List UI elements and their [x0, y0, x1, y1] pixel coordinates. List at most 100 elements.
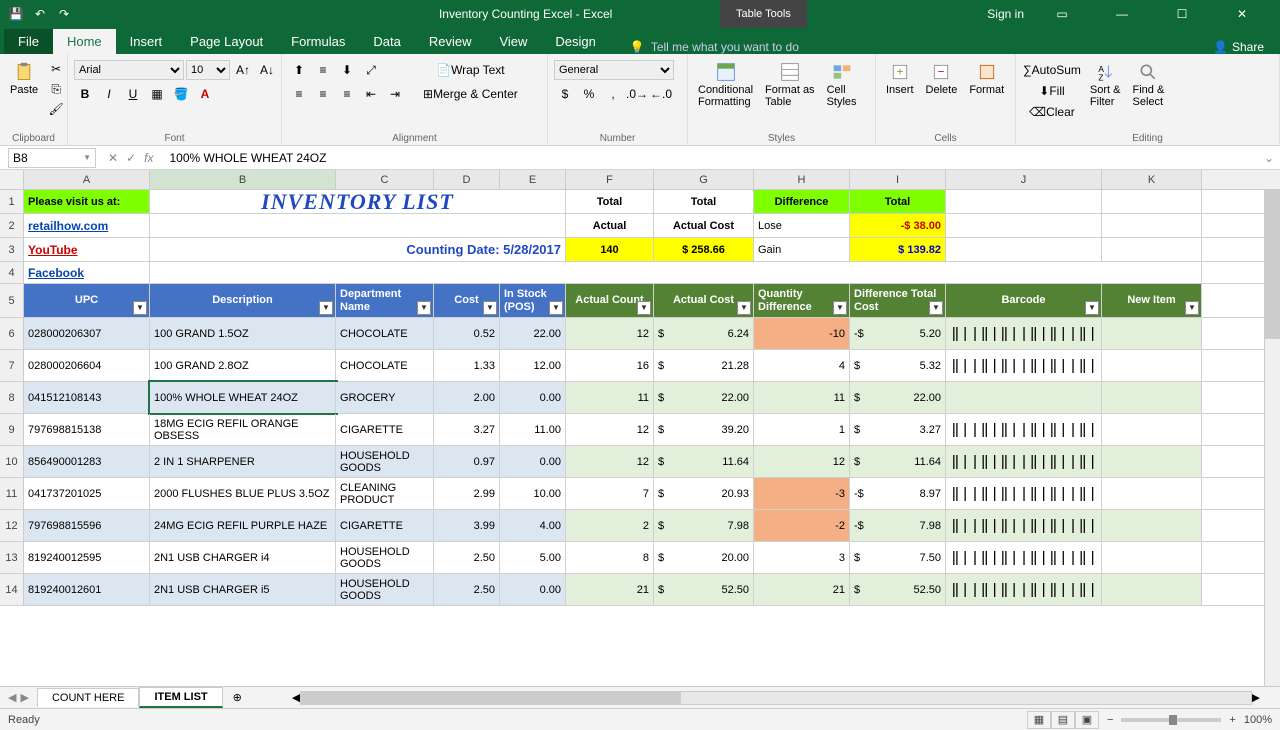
table-header[interactable]: Cost▼ [434, 284, 500, 317]
maximize-icon[interactable]: ☐ [1160, 7, 1204, 21]
col-header[interactable]: G [654, 170, 754, 189]
cell-barcode[interactable]: ║││║│║││║│║││║│║││║│║││║│║││║│║ [946, 414, 1102, 445]
cell-upc[interactable]: 028000206604 [24, 350, 150, 381]
col-header[interactable]: K [1102, 170, 1202, 189]
cell-cost[interactable]: 3.27 [434, 414, 500, 445]
cell-stock[interactable]: 22.00 [500, 318, 566, 349]
row-header[interactable]: 11 [0, 478, 24, 509]
row-header[interactable]: 10 [0, 446, 24, 477]
row-header[interactable]: 13 [0, 542, 24, 573]
align-bottom-icon[interactable]: ⬇ [336, 60, 358, 80]
cell-desc[interactable]: 2N1 USB CHARGER i5 [150, 574, 336, 605]
cell-new-item[interactable] [1102, 382, 1202, 413]
cell-qty-diff[interactable]: 3 [754, 542, 850, 573]
cell-diff-cost[interactable]: $5.32 [850, 350, 946, 381]
tab-nav-prev-icon[interactable]: ◀ [8, 691, 16, 704]
cell-diff-cost[interactable]: -$5.20 [850, 318, 946, 349]
cell-dept[interactable]: HOUSEHOLD GOODS [336, 542, 434, 573]
worksheet-grid[interactable]: A B C D E F G H I J K 1Please visit us a… [0, 170, 1280, 686]
cell-actual-cost[interactable]: $11.64 [654, 446, 754, 477]
tab-formulas[interactable]: Formulas [277, 29, 359, 54]
cell-barcode[interactable]: ║││║│║││║│║││║│║││║│║││║│║││║│║ [946, 574, 1102, 605]
cell-upc[interactable]: 819240012595 [24, 542, 150, 573]
row-header[interactable]: 4 [0, 262, 24, 283]
cell-stock[interactable]: 0.00 [500, 574, 566, 605]
horizontal-scrollbar[interactable]: ◀▶ [292, 690, 1260, 706]
comma-icon[interactable]: , [602, 84, 624, 104]
table-header[interactable]: Department Name▼ [336, 284, 434, 317]
col-header[interactable]: F [566, 170, 654, 189]
cell-actual-cost[interactable]: $7.98 [654, 510, 754, 541]
format-as-table-button[interactable]: Format as Table [761, 60, 819, 110]
cell-desc[interactable]: 2N1 USB CHARGER i4 [150, 542, 336, 573]
font-size-combo[interactable]: 10 [186, 60, 230, 80]
cell-new-item[interactable] [1102, 478, 1202, 509]
sort-filter-button[interactable]: AZSort & Filter [1086, 60, 1125, 110]
cell-new-item[interactable] [1102, 542, 1202, 573]
cell-actual-cost[interactable]: $21.28 [654, 350, 754, 381]
cell-stock[interactable]: 4.00 [500, 510, 566, 541]
cell-actual-cost[interactable]: $39.20 [654, 414, 754, 445]
save-icon[interactable]: 💾 [8, 6, 24, 22]
cell-qty-diff[interactable]: 21 [754, 574, 850, 605]
cell-stock[interactable]: 12.00 [500, 350, 566, 381]
cell-actual-count[interactable]: 7 [566, 478, 654, 509]
align-left-icon[interactable]: ≡ [288, 84, 310, 104]
orientation-icon[interactable]: ⤢ [360, 60, 382, 80]
tab-data[interactable]: Data [359, 29, 414, 54]
cell-barcode[interactable]: ║││║│║││║│║││║│║││║│║││║│║││║│║ [946, 478, 1102, 509]
cell-upc[interactable]: 797698815596 [24, 510, 150, 541]
cell-desc[interactable]: 2000 FLUSHES BLUE PLUS 3.5OZ [150, 478, 336, 509]
cell-actual-cost[interactable]: $52.50 [654, 574, 754, 605]
cell-cost[interactable]: 3.99 [434, 510, 500, 541]
tell-me-search[interactable]: 💡Tell me what you want to do [630, 40, 799, 54]
filter-icon[interactable]: ▼ [737, 301, 751, 315]
col-header[interactable]: D [434, 170, 500, 189]
filter-icon[interactable]: ▼ [929, 301, 943, 315]
cell-actual-count[interactable]: 21 [566, 574, 654, 605]
underline-icon[interactable]: U [122, 84, 144, 104]
clear-button[interactable]: ⌫ Clear [1022, 102, 1082, 122]
cell-actual-count[interactable]: 8 [566, 542, 654, 573]
tab-file[interactable]: File [4, 29, 53, 54]
cell-stock[interactable]: 5.00 [500, 542, 566, 573]
format-cells-button[interactable]: Format [965, 60, 1008, 98]
bold-icon[interactable]: B [74, 84, 96, 104]
cell-barcode[interactable]: ║││║│║││║│║││║│║││║│║││║│║││║│║ [946, 542, 1102, 573]
row-header[interactable]: 7 [0, 350, 24, 381]
row-header[interactable]: 5 [0, 284, 24, 317]
cell-qty-diff[interactable]: 4 [754, 350, 850, 381]
cell-dept[interactable]: CHOCOLATE [336, 318, 434, 349]
table-header[interactable]: Actual Cost▼ [654, 284, 754, 317]
fx-icon[interactable]: fx [144, 151, 153, 165]
redo-icon[interactable]: ↷ [56, 6, 72, 22]
font-color-icon[interactable]: A [194, 84, 216, 104]
find-select-button[interactable]: Find & Select [1129, 60, 1169, 110]
cell-stock[interactable]: 11.00 [500, 414, 566, 445]
filter-icon[interactable]: ▼ [319, 301, 333, 315]
cell-desc[interactable]: 24MG ECIG REFIL PURPLE HAZE [150, 510, 336, 541]
wrap-text-button[interactable]: 📄 Wrap Text [416, 60, 525, 80]
filter-icon[interactable]: ▼ [133, 301, 147, 315]
cell-dept[interactable]: CIGARETTE [336, 414, 434, 445]
new-sheet-icon[interactable]: ⊕ [223, 691, 252, 704]
cell-desc[interactable]: 18MG ECIG REFIL ORANGE OBSESS [150, 414, 336, 445]
font-name-combo[interactable]: Arial [74, 60, 184, 80]
cell-diff-cost[interactable]: $3.27 [850, 414, 946, 445]
col-header[interactable]: B [150, 170, 336, 189]
cell-qty-diff[interactable]: 1 [754, 414, 850, 445]
tab-nav-next-icon[interactable]: ▶ [20, 691, 28, 704]
row-header[interactable]: 12 [0, 510, 24, 541]
filter-icon[interactable]: ▼ [483, 301, 497, 315]
cell-actual-cost[interactable]: $20.00 [654, 542, 754, 573]
cell-qty-diff[interactable]: 12 [754, 446, 850, 477]
table-header[interactable]: Barcode▼ [946, 284, 1102, 317]
cell-qty-diff[interactable]: -3 [754, 478, 850, 509]
cell-barcode[interactable]: ║││║│║││║│║││║│║││║│║││║│║││║│║ [946, 446, 1102, 477]
cell-diff-cost[interactable]: $7.50 [850, 542, 946, 573]
row-header[interactable]: 14 [0, 574, 24, 605]
cell-new-item[interactable] [1102, 318, 1202, 349]
cell-barcode[interactable]: ║││║│║││║│║││║│║││║│║││║│║││║│║ [946, 350, 1102, 381]
cell-dept[interactable]: CIGARETTE [336, 510, 434, 541]
cell-barcode[interactable]: ║││║│║││║│║││║│║││║│║││║│║││║│║ [946, 318, 1102, 349]
